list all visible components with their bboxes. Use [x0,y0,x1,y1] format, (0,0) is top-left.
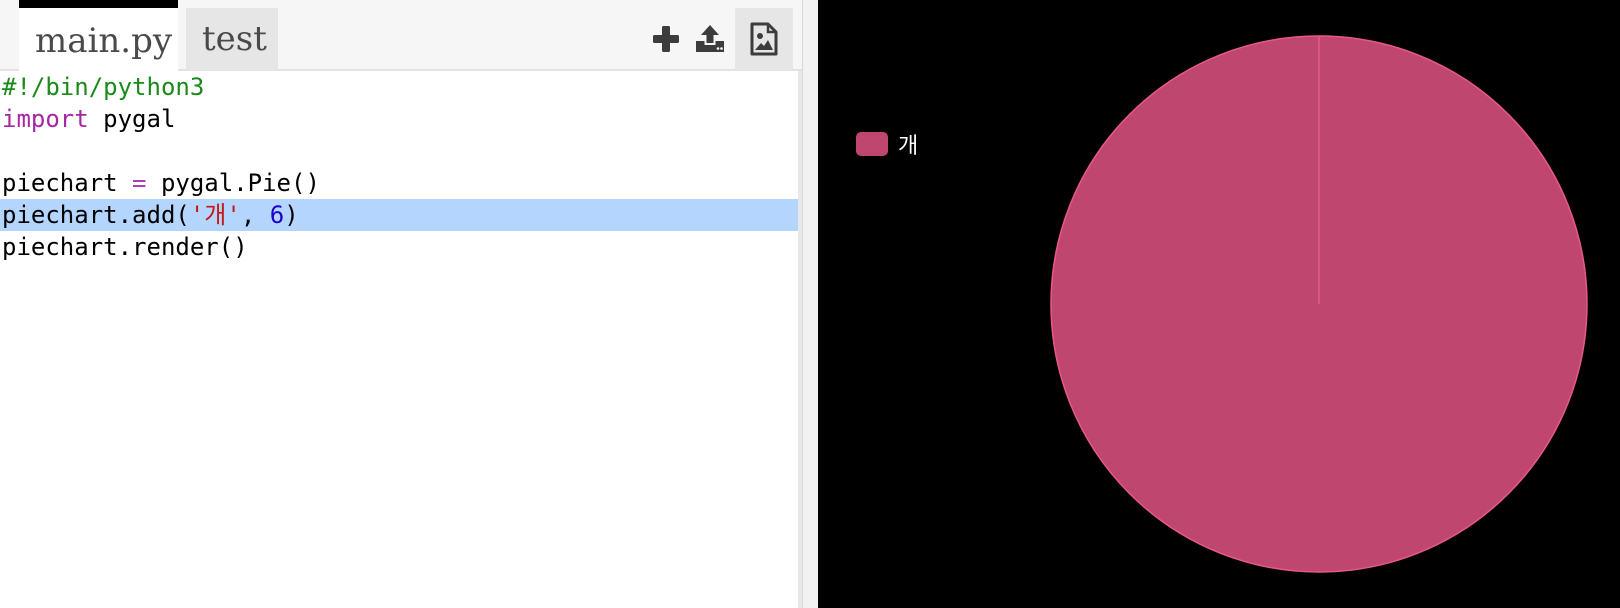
code-number: 6 [269,201,285,229]
code-keyword: import [2,105,89,133]
code-editor[interactable]: #!/bin/python3 import pygal piechart = p… [0,71,802,608]
tab-label: main.py [35,21,173,61]
code-line-2: import pygal [0,103,798,135]
tab-label: test [202,19,267,59]
tab-bar: main.py test [0,0,802,71]
code-text: piechart.render() [2,233,248,261]
add-file-button[interactable] [641,8,691,70]
code-text: piechart.add( [2,201,190,229]
upload-button[interactable] [685,8,735,70]
code-line-5-selected: piechart.add('개', 6) [0,199,798,231]
code-operator: = [132,169,147,197]
code-comment: #!/bin/python3 [2,73,205,101]
code-line-1: #!/bin/python3 [0,71,798,103]
code-text: , [240,201,270,229]
code-line-4: piechart = pygal.Pie() [0,167,798,199]
code-text: piechart [2,169,133,197]
app-window: main.py test #!/bin/python3 import pygal… [0,0,1620,608]
pane-resize-handle[interactable] [802,0,818,608]
tab-test[interactable]: test [186,8,278,70]
code-text: ) [284,201,299,229]
tab-main-py[interactable]: main.py [19,0,178,71]
output-pane: 개 [818,0,1620,608]
image-files-button[interactable] [735,8,793,70]
plus-icon [653,26,679,52]
code-text: pygal.Pie() [146,169,320,197]
image-file-icon [750,22,778,56]
pie-chart [1050,35,1588,573]
upload-icon [696,25,724,52]
code-string: '개' [189,201,241,229]
code-line-6: piechart.render() [0,231,798,263]
code-text: pygal [88,105,176,133]
editor-pane: main.py test #!/bin/python3 import pygal… [0,0,802,608]
